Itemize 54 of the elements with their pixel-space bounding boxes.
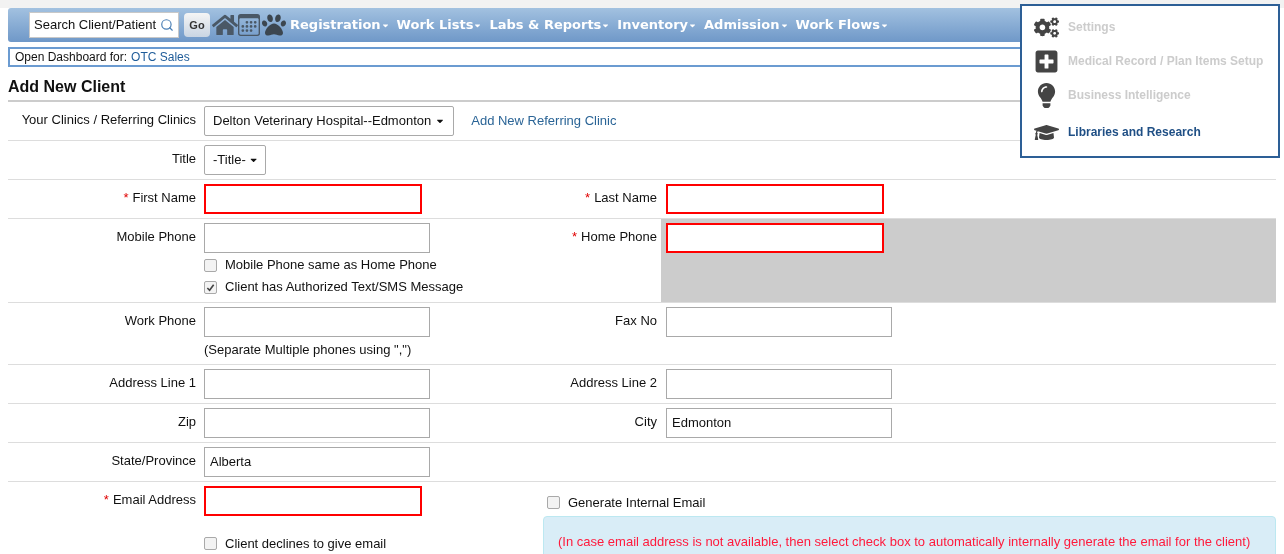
field-label: State/Province <box>111 451 196 470</box>
text-field[interactable] <box>666 307 892 337</box>
field-label: Home Phone <box>581 228 657 246</box>
dashboard-link[interactable]: OTC Sales <box>131 48 190 66</box>
calendar-icon[interactable] <box>238 14 260 36</box>
info-text: (In case email address is not available, then select check box to automatically internally generate the email for the client) <box>558 532 1251 551</box>
field-label: First Name <box>132 189 196 207</box>
field-label: City <box>634 412 657 431</box>
go-button[interactable]: Go <box>184 13 210 37</box>
text-field[interactable] <box>204 407 430 438</box>
dashboard-label: Open Dashboard for: <box>15 49 128 66</box>
checkbox[interactable] <box>204 258 217 272</box>
checkbox[interactable] <box>204 537 217 550</box>
field-label: Mobile Phone <box>116 228 196 246</box>
text-field[interactable] <box>666 184 884 214</box>
required-asterisk: * <box>585 189 591 207</box>
field-label: Work Phone <box>124 312 196 330</box>
checkbox[interactable] <box>204 280 217 294</box>
checkbox[interactable] <box>547 496 560 509</box>
checkbox-label: Mobile Phone same as Home Phone <box>225 256 437 275</box>
field-label: Email Address <box>112 490 196 509</box>
text-field[interactable] <box>204 223 430 253</box>
field-label: Zip <box>177 412 196 431</box>
field-label: Address Line 2 <box>570 373 657 392</box>
plus-icon <box>1034 48 1059 74</box>
field-label: Your Clinics / Referring Clinics <box>21 111 196 129</box>
field-label: Last Name <box>594 189 657 207</box>
required-asterisk: * <box>123 189 129 207</box>
text-field[interactable] <box>666 368 892 399</box>
text-field[interactable] <box>666 223 884 253</box>
menu-item[interactable]: Libraries and Research <box>1034 112 1278 152</box>
text-field[interactable] <box>204 184 422 214</box>
checkbox-label: Client has Authorized Text/SMS Message <box>225 278 464 297</box>
clinic-select[interactable]: Delton Veterinary Hospital--Edmonton <box>204 106 455 136</box>
page-title: Add New Client <box>8 77 126 97</box>
field-label: Title <box>171 150 196 168</box>
required-asterisk: * <box>103 490 109 509</box>
search-field[interactable]: Search Client/Patient <box>29 12 179 38</box>
hint-text: (Separate Multiple phones using ",") <box>204 341 413 359</box>
required-asterisk: * <box>572 228 578 246</box>
field-label: Fax No <box>615 312 657 330</box>
text-field[interactable]: Alberta <box>204 446 430 477</box>
clinic-select[interactable]: -Title- <box>204 145 266 175</box>
paw-icon[interactable] <box>262 13 286 37</box>
home-icon[interactable] <box>212 12 238 38</box>
text-field[interactable] <box>204 307 430 337</box>
text-field[interactable]: Edmonton <box>666 407 892 438</box>
search-icon[interactable] <box>160 18 174 32</box>
checkbox-label: Generate Internal Email <box>568 493 706 512</box>
checkbox-label: Client declines to give email <box>225 534 387 553</box>
text-field[interactable] <box>204 485 422 516</box>
field-label: Address Line 1 <box>109 373 196 392</box>
text-field[interactable] <box>204 368 430 399</box>
add-clinic-link[interactable]: Add New Referring Clinic <box>471 111 617 131</box>
